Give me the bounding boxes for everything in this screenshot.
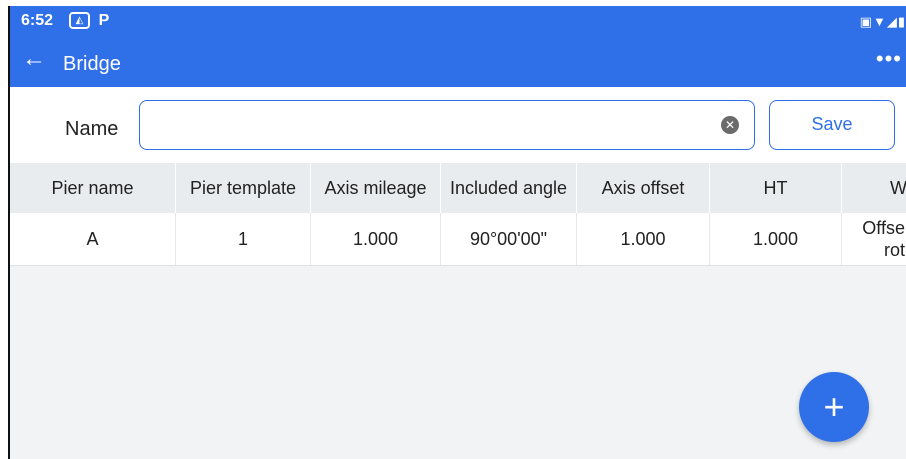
cell-axis-mileage: 1.000 xyxy=(311,213,441,265)
signal-icon: ◢ xyxy=(886,13,898,29)
cell-w-line-2: rot xyxy=(883,240,905,260)
name-row: Name ✕ Save xyxy=(10,87,906,163)
cell-axis-offset: 1.000 xyxy=(577,213,710,265)
more-icon[interactable]: ••• xyxy=(876,46,902,72)
add-button[interactable]: + xyxy=(799,372,869,442)
header-ht: HT xyxy=(710,163,842,213)
name-label: Name xyxy=(65,118,119,140)
cell-w-line-1: Offse xyxy=(862,218,905,238)
header-axis-offset: Axis offset xyxy=(577,163,710,213)
page-title: Bridge xyxy=(63,53,121,75)
cell-included-angle: 90°00'00" xyxy=(441,213,577,265)
status-bar: 6:52 ◭ P ▣ ▼ ◢ ▮ xyxy=(10,6,906,36)
cell-pier-template: 1 xyxy=(176,213,311,265)
header-included-angle: Included angle xyxy=(441,163,577,213)
table-row[interactable]: A 1 1.000 90°00'00" 1.000 1.000 Offse ro… xyxy=(10,213,906,266)
wifi-icon: ▼ xyxy=(872,14,887,29)
cell-pier-name: A xyxy=(10,213,176,265)
header-axis-mileage: Axis mileage xyxy=(311,163,441,213)
cast-icon: ▣ xyxy=(859,13,873,29)
p-icon: P xyxy=(98,11,110,29)
status-time: 6:52 xyxy=(21,12,54,29)
app-window: 6:52 ◭ P ▣ ▼ ◢ ▮ ← Bridge ••• Name ✕ Sav… xyxy=(8,6,906,459)
cell-ht: 1.000 xyxy=(710,213,842,265)
battery-icon: ▮ xyxy=(897,13,906,29)
title-bar: ← Bridge ••• xyxy=(10,45,906,80)
save-button[interactable]: Save xyxy=(769,100,895,150)
header-w: W xyxy=(842,163,906,213)
table-header: Pier name Pier template Axis mileage Inc… xyxy=(10,163,906,213)
clear-icon[interactable]: ✕ xyxy=(721,116,739,134)
header-pier-name: Pier name xyxy=(10,163,176,213)
status-icons: ▣ ▼ ◢ ▮ xyxy=(860,13,906,30)
app-bar: 6:52 ◭ P ▣ ▼ ◢ ▮ ← Bridge ••• xyxy=(10,6,906,87)
name-input[interactable] xyxy=(139,100,755,150)
plus-icon: + xyxy=(823,386,845,427)
gallery-icon: ◭ xyxy=(69,12,90,29)
back-arrow-icon[interactable]: ← xyxy=(22,45,46,73)
header-pier-template: Pier template xyxy=(176,163,311,213)
cell-w: Offse rot xyxy=(842,213,906,265)
